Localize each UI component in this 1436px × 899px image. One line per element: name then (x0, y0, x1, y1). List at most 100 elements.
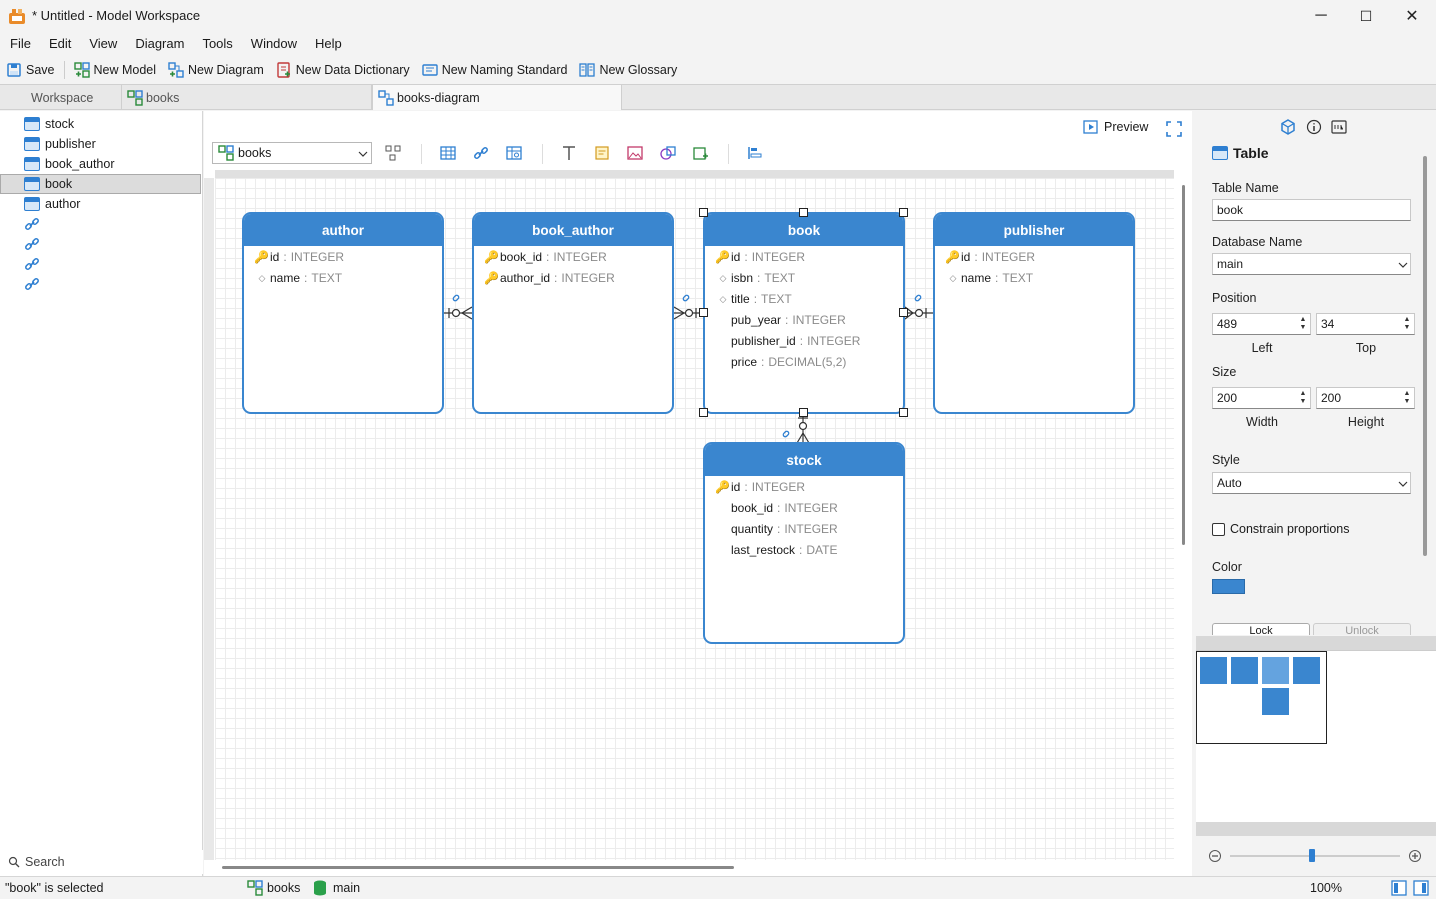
entity-stock[interactable]: stock 🔑 id: INTEGER book_id: INTEGER quanti… (703, 442, 905, 644)
column-row[interactable]: 🔑 id: INTEGER (254, 247, 344, 267)
tab-books-diagram[interactable]: books-diagram (372, 85, 622, 110)
height-input[interactable]: 200 ▲ ▼ (1316, 387, 1415, 409)
unlock-button[interactable]: Unlock (1313, 623, 1411, 635)
column-row[interactable]: 🔑 id: INTEGER (945, 247, 1035, 267)
tab-books[interactable]: books (122, 85, 372, 110)
minimize-button[interactable]: ─ (1298, 0, 1344, 32)
column-row[interactable]: quantity: INTEGER (715, 519, 838, 539)
column-row[interactable]: publisher_id: INTEGER (715, 331, 860, 351)
column-row[interactable]: ◇ title: TEXT (715, 289, 792, 309)
tree-item-stock[interactable]: stock (0, 114, 201, 134)
preview-button[interactable]: Preview (1083, 120, 1148, 134)
tree-item-relationship[interactable] (0, 274, 201, 294)
menu-diagram[interactable]: Diagram (125, 33, 192, 55)
resize-handle[interactable] (799, 408, 808, 417)
horizontal-scrollbar[interactable] (222, 866, 734, 869)
add-relationship-icon[interactable] (473, 145, 489, 161)
resize-handle[interactable] (699, 408, 708, 417)
new-data-dictionary-button[interactable]: New Data Dictionary (270, 58, 416, 82)
resize-handle[interactable] (899, 408, 908, 417)
add-table-icon[interactable] (440, 145, 456, 161)
resize-handle[interactable] (699, 308, 708, 317)
tree-search[interactable]: Search (0, 850, 203, 874)
tree-item-relationship[interactable] (0, 214, 201, 234)
color-swatch[interactable] (1212, 579, 1245, 594)
column-row[interactable]: book_id: INTEGER (715, 498, 838, 518)
column-row[interactable]: last_restock: DATE (715, 540, 838, 560)
tree-item-relationship[interactable] (0, 254, 201, 274)
tree-item-relationship[interactable] (0, 234, 201, 254)
column-row[interactable]: 🔑 id: INTEGER (715, 477, 805, 497)
top-position-input[interactable]: 34 ▲ ▼ (1316, 313, 1415, 335)
new-diagram-button[interactable]: New Diagram (162, 58, 270, 82)
new-naming-standard-button[interactable]: New Naming Standard (416, 58, 574, 82)
align-icon[interactable] (747, 145, 763, 161)
add-group-icon[interactable] (693, 145, 709, 161)
menu-edit[interactable]: Edit (39, 33, 79, 55)
zoom-slider-thumb[interactable] (1309, 849, 1315, 862)
tab-workspace[interactable]: Workspace (0, 85, 122, 110)
auto-layout-icon[interactable] (385, 145, 401, 161)
diagram-canvas[interactable]: author 🔑 id: INTEGER ◇ name: TEXT book_autho… (215, 178, 1174, 860)
spinner-arrows-icon[interactable]: ▲ ▼ (1298, 390, 1308, 406)
fullscreen-icon[interactable] (1166, 121, 1182, 137)
resize-handle[interactable] (899, 308, 908, 317)
zoom-slider-track[interactable] (1230, 855, 1400, 857)
column-row[interactable]: pub_year: INTEGER (715, 310, 846, 330)
resize-handle[interactable] (899, 208, 908, 217)
menu-view[interactable]: View (79, 33, 125, 55)
entity-publisher[interactable]: publisher 🔑 id: INTEGER ◇ name: TEXT (933, 212, 1135, 414)
status-database[interactable]: main (313, 880, 360, 896)
column-row[interactable]: ◇ name: TEXT (945, 268, 1034, 288)
new-model-button[interactable]: New Model (68, 58, 163, 82)
ddl-icon[interactable] (1331, 119, 1347, 135)
cube-icon[interactable] (1280, 119, 1296, 135)
new-glossary-button[interactable]: New Glossary (573, 58, 683, 82)
column-row[interactable]: ◇ name: TEXT (254, 268, 343, 288)
database-name-select[interactable]: main (1212, 253, 1411, 275)
left-position-input[interactable]: 489 ▲ ▼ (1212, 313, 1311, 335)
column-row[interactable]: ◇ isbn: TEXT (715, 268, 796, 288)
menu-window[interactable]: Window (241, 33, 305, 55)
add-view-icon[interactable] (506, 145, 522, 161)
entity-book[interactable]: book 🔑 id: INTEGER ◇ isbn: TEXT ◇ title: TEXT … (703, 212, 905, 414)
constrain-proportions-checkbox[interactable]: Constrain proportions (1212, 522, 1350, 536)
entity-author[interactable]: author 🔑 id: INTEGER ◇ name: TEXT (242, 212, 444, 414)
add-text-icon[interactable] (561, 145, 577, 161)
spinner-arrows-icon[interactable]: ▲ ▼ (1402, 316, 1412, 332)
table-name-input[interactable]: book (1212, 199, 1411, 221)
tree-item-book-author[interactable]: book_author (0, 154, 201, 174)
menu-file[interactable]: File (0, 33, 39, 55)
add-note-icon[interactable] (594, 145, 610, 161)
resize-handle[interactable] (799, 208, 808, 217)
zoom-out-icon[interactable] (1208, 849, 1222, 863)
model-select[interactable]: books (212, 142, 372, 164)
right-panel-toggle-icon[interactable] (1413, 880, 1429, 896)
lock-button[interactable]: Lock (1212, 623, 1310, 635)
maximize-button[interactable]: ☐ (1343, 0, 1389, 32)
checkbox-box[interactable] (1212, 522, 1225, 536)
menu-tools[interactable]: Tools (192, 33, 240, 55)
add-shape-icon[interactable] (660, 145, 676, 161)
add-image-icon[interactable] (627, 145, 643, 161)
close-button[interactable]: ✕ (1389, 0, 1435, 32)
spinner-arrows-icon[interactable]: ▲ ▼ (1402, 390, 1412, 406)
tree-item-author[interactable]: author (0, 194, 201, 214)
column-row[interactable]: 🔑 author_id: INTEGER (484, 268, 615, 288)
column-row[interactable]: 🔑 book_id: INTEGER (484, 247, 607, 267)
column-row[interactable]: price: DECIMAL(5,2) (715, 352, 846, 372)
left-panel-toggle-icon[interactable] (1391, 880, 1407, 896)
info-icon[interactable] (1306, 119, 1322, 135)
properties-scrollbar[interactable] (1423, 156, 1427, 556)
column-row[interactable]: 🔑 id: INTEGER (715, 247, 805, 267)
style-select[interactable]: Auto (1212, 472, 1411, 494)
tree-item-book[interactable]: book (0, 174, 201, 194)
status-model[interactable]: books (247, 880, 300, 896)
width-input[interactable]: 200 ▲ ▼ (1212, 387, 1311, 409)
vertical-scrollbar[interactable] (1182, 185, 1185, 545)
menu-help[interactable]: Help (305, 33, 350, 55)
zoom-in-icon[interactable] (1408, 849, 1422, 863)
tree-item-publisher[interactable]: publisher (0, 134, 201, 154)
spinner-arrows-icon[interactable]: ▲ ▼ (1298, 316, 1308, 332)
minimap[interactable] (1196, 650, 1436, 822)
